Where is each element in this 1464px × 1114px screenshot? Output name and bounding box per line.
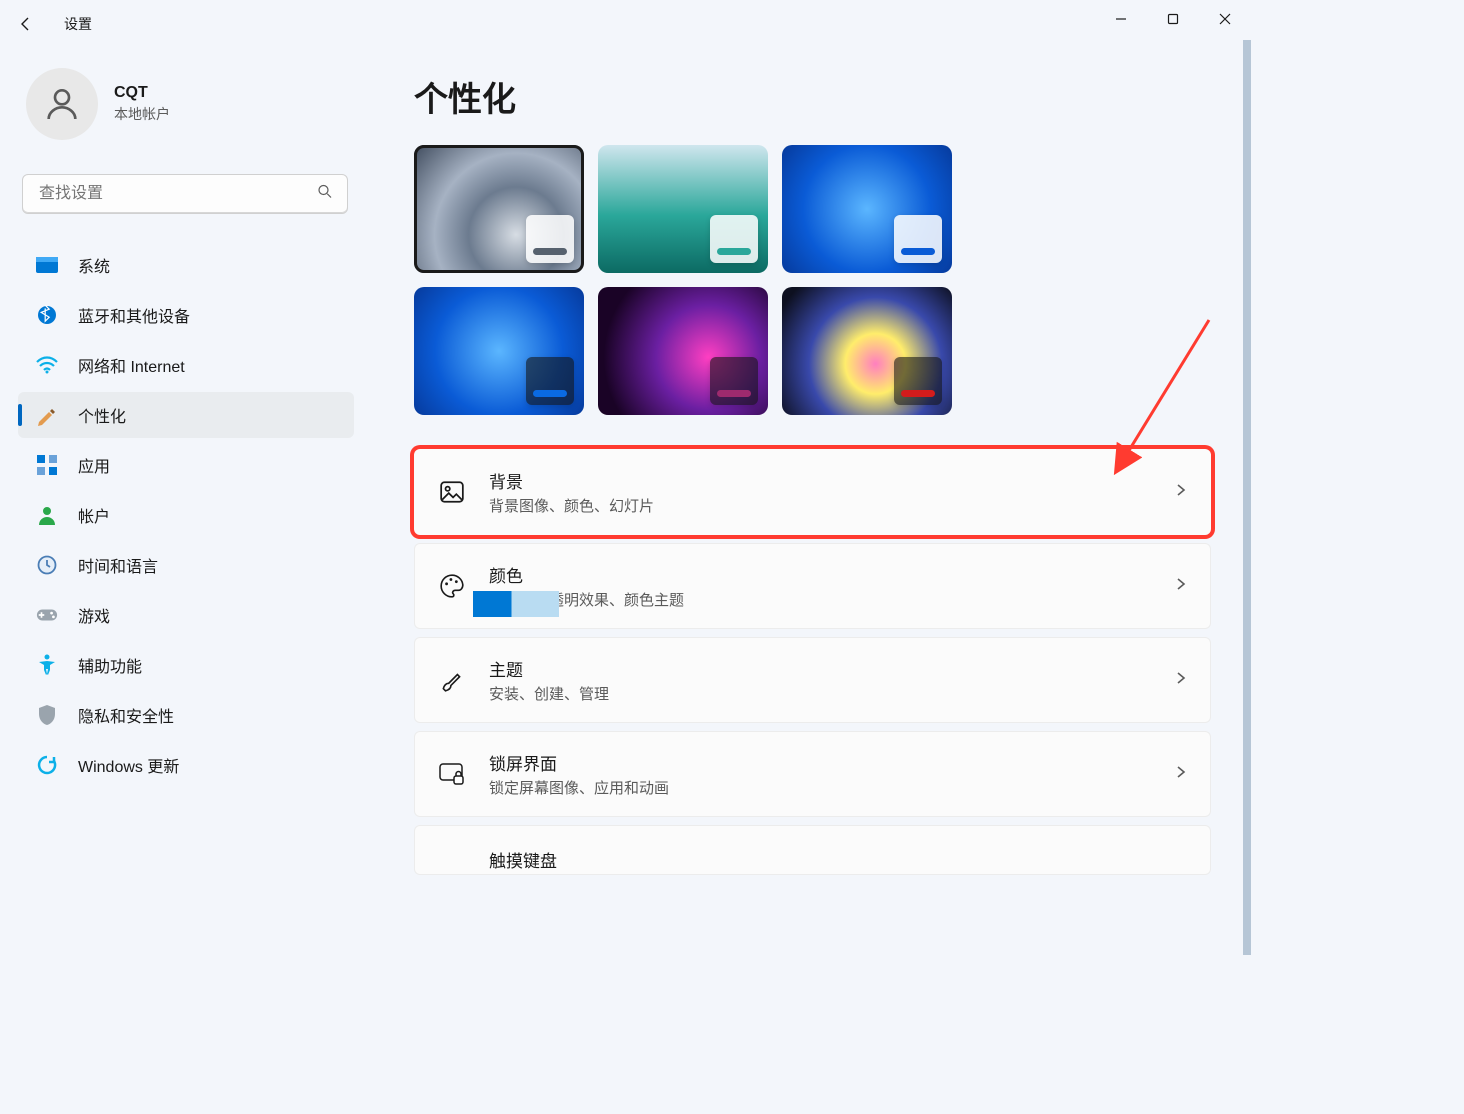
theme-overlay [710,357,758,405]
personalization-icon [36,404,58,426]
wifi-icon [36,354,58,376]
theme-accent-bar [533,248,567,255]
search-input[interactable] [22,174,348,214]
image-icon [437,477,467,507]
theme-thumbnail-2[interactable] [782,145,952,273]
close-button[interactable] [1199,0,1251,38]
nav-accessibility[interactable]: 辅助功能 [18,642,354,688]
sidebar: CQT 本地帐户 系统 蓝牙和其他设备 网络和 Internet 个性化 应用 … [0,48,360,955]
avatar [26,68,98,140]
search-icon [316,183,334,206]
system-icon [36,254,58,276]
gaming-icon [36,604,58,626]
content-area: 个性化 背景 背景图像、颜色、幻灯片 颜色 主题色、透明效果、颜色主题 主题 安… [360,48,1251,955]
update-icon [36,754,58,776]
theme-accent-bar [901,390,935,397]
theme-accent-bar [901,248,935,255]
card-touch-keyboard[interactable]: 触摸键盘 [414,825,1211,875]
nav-apps[interactable]: 应用 [18,442,354,488]
palette-icon [437,571,467,601]
titlebar: 设置 [0,0,1251,48]
card-subtitle: 安装、创建、管理 [489,683,609,704]
maximize-button[interactable] [1147,0,1199,38]
person-icon [42,84,82,124]
window-controls [1095,0,1251,38]
nav-system[interactable]: 系统 [18,242,354,288]
close-icon [1219,13,1231,25]
card-themes[interactable]: 主题 安装、创建、管理 [414,637,1211,723]
card-title: 背景 [489,468,654,493]
decorative-patch [473,591,559,617]
card-title: 触摸键盘 [489,847,557,872]
bluetooth-icon [36,304,58,326]
accessibility-icon [36,654,58,676]
theme-thumbnail-5[interactable] [782,287,952,415]
theme-overlay [894,215,942,263]
accounts-icon [36,504,58,526]
nav-privacy[interactable]: 隐私和安全性 [18,692,354,738]
card-background[interactable]: 背景 背景图像、颜色、幻灯片 [414,449,1211,535]
nav-update[interactable]: Windows 更新 [18,742,354,788]
maximize-icon [1167,13,1179,25]
profile-block[interactable]: CQT 本地帐户 [18,60,354,164]
chevron-right-icon [1174,577,1188,596]
theme-grid [414,145,1211,415]
brush-icon [437,665,467,695]
minimize-button[interactable] [1095,0,1147,38]
theme-thumbnail-4[interactable] [598,287,768,415]
theme-overlay [894,357,942,405]
card-title: 颜色 [489,562,684,587]
nav-gaming[interactable]: 游戏 [18,592,354,638]
theme-thumbnail-3[interactable] [414,287,584,415]
card-subtitle: 背景图像、颜色、幻灯片 [489,495,654,516]
arrow-left-icon [18,16,34,32]
theme-overlay [710,215,758,263]
nav-time[interactable]: 时间和语言 [18,542,354,588]
theme-thumbnail-0[interactable] [414,145,584,273]
profile-subtitle: 本地帐户 [114,104,170,124]
theme-accent-bar [533,390,567,397]
theme-overlay [526,215,574,263]
nav-accounts[interactable]: 帐户 [18,492,354,538]
keyboard-icon [437,844,467,874]
nav-bluetooth[interactable]: 蓝牙和其他设备 [18,292,354,338]
theme-accent-bar [717,390,751,397]
window-title: 设置 [64,14,92,34]
card-title: 主题 [489,656,609,681]
theme-accent-bar [717,248,751,255]
chevron-right-icon [1174,483,1188,502]
time-icon [36,554,58,576]
theme-thumbnail-1[interactable] [598,145,768,273]
card-subtitle: 锁定屏幕图像、应用和动画 [489,777,669,798]
back-button[interactable] [8,6,44,42]
privacy-icon [36,704,58,726]
card-title: 锁屏界面 [489,750,669,775]
apps-icon [36,454,58,476]
chevron-right-icon [1174,765,1188,784]
lockscreen-icon [437,759,467,789]
page-title: 个性化 [414,72,1211,121]
profile-name: CQT [114,84,170,102]
card-lockscreen[interactable]: 锁屏界面 锁定屏幕图像、应用和动画 [414,731,1211,817]
nav-network[interactable]: 网络和 Internet [18,342,354,388]
theme-overlay [526,357,574,405]
chevron-right-icon [1174,671,1188,690]
nav-personalization[interactable]: 个性化 [18,392,354,438]
search-wrap [22,174,348,214]
scrollbar-track[interactable] [1243,40,1251,955]
minimize-icon [1115,13,1127,25]
